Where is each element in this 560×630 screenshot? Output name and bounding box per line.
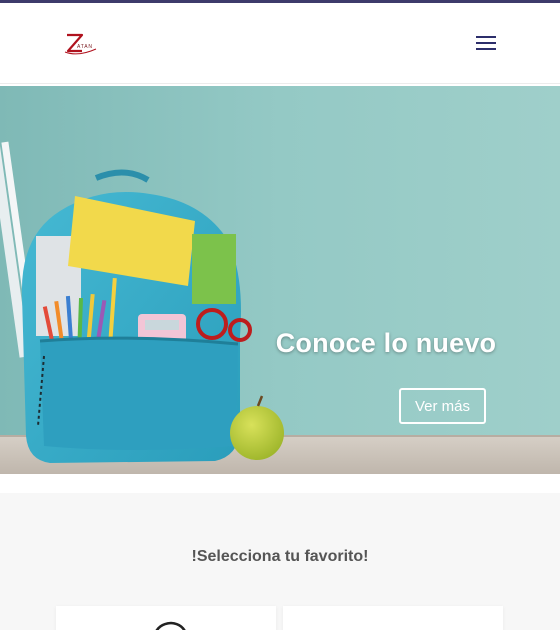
hero-title: Conoce lo nuevo <box>275 328 497 358</box>
product-image <box>283 606 503 630</box>
ver-mas-button[interactable]: Ver más <box>399 388 486 424</box>
product-card-2[interactable] <box>283 606 503 630</box>
product-card-1[interactable] <box>56 606 276 630</box>
product-image <box>155 621 186 630</box>
favorites-section: !Selecciona tu favorito! <box>0 493 560 630</box>
menu-button[interactable] <box>474 33 500 53</box>
logo-text: ATAN <box>77 44 93 50</box>
apple <box>230 406 284 460</box>
favorites-title: !Selecciona tu favorito! <box>191 548 369 565</box>
site-logo[interactable]: ATAN <box>62 31 102 57</box>
z-logo-icon: ATAN <box>64 33 97 55</box>
site-header: ATAN <box>0 3 560 84</box>
section-spacer <box>0 474 560 493</box>
hero-banner: Conoce lo nuevo Ver más <box>0 86 560 474</box>
hamburger-menu-icon <box>476 36 496 50</box>
